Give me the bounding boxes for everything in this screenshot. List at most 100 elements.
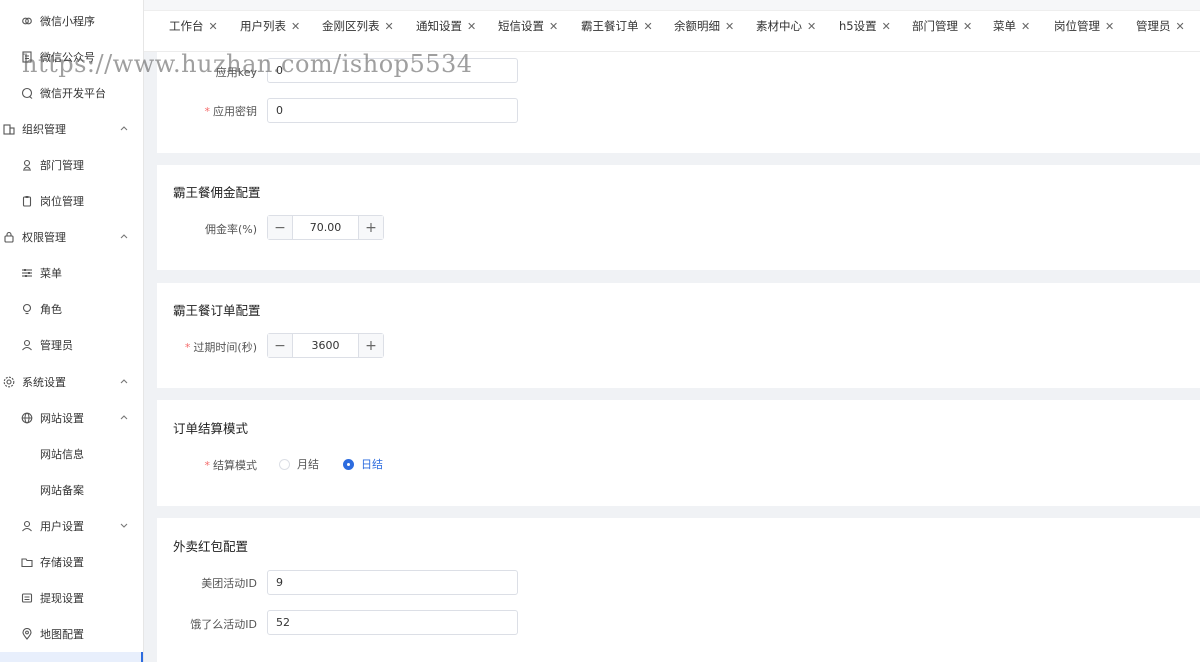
sidebar-item-withdraw[interactable]: 提现设置	[0, 580, 143, 616]
required-mark: *	[204, 459, 211, 472]
sidebar-item-website-record[interactable]: 网站备案	[0, 472, 143, 508]
close-icon[interactable]: ✕	[882, 20, 891, 33]
close-icon[interactable]: ✕	[467, 20, 476, 33]
close-icon[interactable]: ✕	[644, 20, 653, 33]
tab-admin[interactable]: 管理员 ✕	[1136, 14, 1185, 38]
sidebar-item-menu[interactable]: 菜单	[0, 255, 143, 291]
tab-label: 短信设置	[498, 19, 544, 33]
radio-circle	[343, 458, 354, 470]
tab-label: 菜单	[993, 19, 1016, 33]
sidebar-item-label: 权限管理	[22, 231, 66, 244]
tab-label: 金刚区列表	[322, 19, 380, 33]
sidebar-item-map[interactable]: 地图配置	[0, 616, 143, 652]
order-section-title: 霸王餐订单配置	[173, 303, 261, 318]
withdraw-icon	[20, 591, 34, 605]
sidebar-item-role[interactable]: 角色	[0, 291, 143, 327]
tab-department[interactable]: 部门管理 ✕	[912, 14, 972, 38]
tab-material-center[interactable]: 素材中心 ✕	[756, 14, 816, 38]
sidebar-item-label: 岗位管理	[40, 195, 84, 208]
tab-sms-settings[interactable]: 短信设置 ✕	[498, 14, 558, 38]
close-icon[interactable]: ✕	[1021, 20, 1030, 33]
sidebar-active-item[interactable]	[0, 652, 143, 662]
sidebar-item-wechat-official[interactable]: 微信公众号	[0, 39, 143, 75]
badge-icon	[20, 194, 34, 208]
close-icon[interactable]: ✕	[1176, 20, 1185, 33]
commission-rate-value[interactable]: 70.00	[293, 216, 358, 239]
commission-rate-stepper: − 70.00 +	[267, 215, 384, 240]
tab-label: 余额明细	[674, 19, 720, 33]
globe-icon	[20, 411, 34, 425]
decrement-button[interactable]: −	[268, 334, 293, 357]
settlement-config-card	[157, 400, 1200, 506]
chevron-up-icon	[118, 122, 130, 134]
chat-icon	[20, 86, 34, 100]
sidebar-item-label: 组织管理	[22, 123, 66, 136]
close-icon[interactable]: ✕	[209, 20, 218, 33]
close-icon[interactable]: ✕	[385, 20, 394, 33]
sidebar-item-label: 微信开发平台	[40, 87, 106, 100]
sidebar-group-system[interactable]: 系统设置	[0, 364, 143, 400]
settlement-daily-radio[interactable]: 日结	[343, 456, 383, 472]
sidebar-item-wechat-miniprogram[interactable]: 微信小程序	[0, 3, 143, 39]
meituan-id-input[interactable]: 9	[267, 570, 518, 595]
sidebar-item-storage[interactable]: 存储设置	[0, 544, 143, 580]
sidebar-item-label: 微信公众号	[40, 51, 95, 64]
tab-user-list[interactable]: 用户列表 ✕	[240, 14, 300, 38]
close-icon[interactable]: ✕	[1105, 20, 1114, 33]
sidebar-item-label: 管理员	[40, 339, 73, 352]
close-icon[interactable]: ✕	[963, 20, 972, 33]
sidebar-active-indicator	[141, 652, 143, 662]
app-secret-label: * 应用密钥	[204, 105, 258, 118]
sidebar-item-wechat-open-platform[interactable]: 微信开发平台	[0, 75, 143, 111]
tab-h5-settings[interactable]: h5设置 ✕	[839, 14, 891, 38]
increment-button[interactable]: +	[358, 334, 383, 357]
tab-position[interactable]: 岗位管理 ✕	[1054, 14, 1114, 38]
tab-label: h5设置	[839, 19, 877, 33]
expire-time-value[interactable]: 3600	[293, 334, 358, 357]
sidebar-item-department[interactable]: 部门管理	[0, 147, 143, 183]
tab-notify-settings[interactable]: 通知设置 ✕	[416, 14, 476, 38]
sidebar-item-label: 地图配置	[40, 628, 84, 641]
tab-bawang-orders[interactable]: 霸王餐订单 ✕	[581, 14, 653, 38]
increment-button[interactable]: +	[358, 216, 383, 239]
sidebar-item-website-info[interactable]: 网站信息	[0, 436, 143, 472]
sidebar-group-user-settings[interactable]: 用户设置	[0, 508, 143, 544]
close-icon[interactable]: ✕	[549, 20, 558, 33]
chevron-up-icon	[118, 375, 130, 387]
close-icon[interactable]: ✕	[291, 20, 300, 33]
eleme-id-input[interactable]: 52	[267, 610, 518, 635]
chevron-down-icon	[118, 519, 130, 531]
sidebar-item-label: 用户设置	[40, 520, 84, 533]
app-secret-input[interactable]: 0	[267, 98, 518, 123]
sidebar-group-website[interactable]: 网站设置	[0, 400, 143, 436]
app-key-input[interactable]: 0	[267, 58, 518, 83]
expire-time-stepper: − 3600 +	[267, 333, 384, 358]
map-pin-icon	[20, 627, 34, 641]
close-icon[interactable]: ✕	[807, 20, 816, 33]
tab-workbench[interactable]: 工作台 ✕	[169, 14, 218, 38]
radio-label: 月结	[297, 458, 319, 471]
decrement-button[interactable]: −	[268, 216, 293, 239]
users-icon	[20, 519, 34, 533]
commission-section-title: 霸王餐佣金配置	[173, 185, 261, 200]
sidebar-group-permission[interactable]: 权限管理	[0, 219, 143, 255]
settlement-monthly-radio[interactable]: 月结	[279, 456, 319, 472]
tab-menu[interactable]: 菜单 ✕	[993, 14, 1030, 38]
sidebar-item-label: 微信小程序	[40, 15, 95, 28]
close-icon[interactable]: ✕	[725, 20, 734, 33]
sidebar-item-admin[interactable]: 管理员	[0, 327, 143, 363]
radio-circle	[279, 458, 290, 470]
tab-kingkong-list[interactable]: 金刚区列表 ✕	[322, 14, 394, 38]
sidebar-group-organization[interactable]: 组织管理	[0, 111, 143, 147]
lock-icon	[2, 230, 16, 244]
tab-bar: 工作台 ✕ 用户列表 ✕ 金刚区列表 ✕ 通知设置 ✕ 短信设置 ✕ 霸王餐订单 ✕ 余额明…	[144, 0, 1200, 52]
tab-label: 素材中心	[756, 19, 802, 33]
sidebar-item-label: 网站备案	[40, 484, 84, 497]
bulb-icon	[20, 302, 34, 316]
settlement-section-title: 订单结算模式	[173, 421, 249, 436]
tab-balance-detail[interactable]: 余额明细 ✕	[674, 14, 734, 38]
sidebar-item-position[interactable]: 岗位管理	[0, 183, 143, 219]
miniprogram-icon	[20, 14, 34, 28]
sidebar-item-label: 网站信息	[40, 448, 84, 461]
chevron-up-icon	[118, 230, 130, 242]
